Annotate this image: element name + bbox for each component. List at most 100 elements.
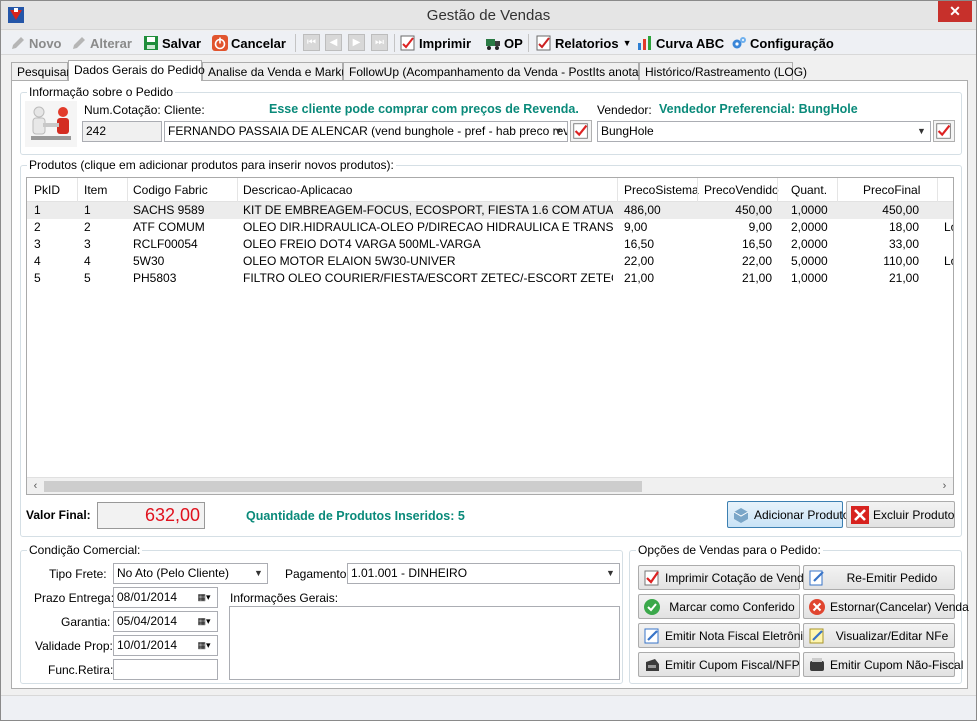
previous-record-icon[interactable]: ◀ (325, 34, 342, 51)
last-record-icon[interactable]: ⏭ (371, 34, 388, 51)
emitir-cupom-nao-fiscal-button[interactable]: Emitir Cupom Não-Fiscal (803, 652, 963, 677)
first-record-icon[interactable]: ⏮ (303, 34, 320, 51)
chevron-down-icon: ▼ (917, 126, 926, 136)
visualizar-nfe-label: Visualizar/Editar NFe (835, 628, 949, 643)
table-cell: 2 (84, 220, 91, 234)
alterar-button[interactable]: Alterar (71, 32, 132, 54)
excluir-produto-label: Excluir Produto (873, 507, 955, 522)
column-divider (837, 178, 838, 202)
table-cell: SACHS 9589 (133, 203, 205, 217)
tab-analise-venda[interactable]: Analise da Venda e Markup (202, 62, 355, 81)
emitir-nfe-button[interactable]: Emitir Nota Fiscal Eletrônica (638, 623, 816, 648)
scroll-right-icon[interactable]: › (936, 478, 953, 494)
func-retira-field[interactable] (113, 659, 218, 680)
produtos-grid[interactable]: PkID Item Codigo Fabric Descricao-Aplica… (26, 177, 954, 495)
table-cell: 33,00 (888, 237, 919, 251)
column-header[interactable]: PrecoSistema (624, 183, 699, 197)
marcar-conferido-button[interactable]: Marcar como Conferido (638, 594, 800, 619)
salvar-label: Salvar (162, 35, 202, 51)
cancelar-button[interactable]: Cancelar (212, 32, 286, 54)
table-row[interactable]: 1 1 SACHS 9589 KIT DE EMBREAGEM-FOCUS, ECOS… (27, 202, 953, 219)
re-emitir-pedido-button[interactable]: Re-Emitir Pedido (803, 565, 955, 590)
table-cell: OLEO DIR.HIDRAULICA-OLEO P/DIRECAO HIDRA… (243, 220, 613, 234)
table-row[interactable]: 5 5 PH5803 FILTRO OLEO COURIER/FIESTA/ESCOR… (27, 270, 953, 287)
visualizar-nfe-button[interactable]: Visualizar/Editar NFe (803, 623, 955, 648)
column-divider (937, 178, 938, 202)
pagamento-select[interactable]: 1.01.001 - DINHEIRO ▼ (347, 563, 620, 584)
main-window: Gestão de Vendas ✕ Novo Alterar Salvar C… (0, 0, 977, 721)
close-button[interactable]: ✕ (938, 1, 972, 22)
horizontal-scrollbar[interactable]: ‹ › (27, 477, 953, 494)
salvar-button[interactable]: Salvar (143, 32, 201, 54)
num-cotacao-field[interactable]: 242 (82, 121, 162, 142)
calendar-icon[interactable]: ▦▾ (191, 636, 217, 655)
table-cell: ATF COMUM (133, 220, 205, 234)
cliente-check-button[interactable] (570, 120, 592, 142)
toolbar-separator (295, 34, 296, 52)
table-cell: 2,0000 (791, 220, 828, 234)
alterar-label: Alterar (90, 35, 132, 51)
relatorios-button[interactable]: Relatorios ▼ (536, 32, 632, 54)
tab-pesquisar[interactable]: Pesquisar (11, 62, 70, 81)
op-button[interactable]: OP (485, 32, 523, 54)
tab-historico[interactable]: Histórico/Rastreamento (LOG) (639, 62, 807, 81)
table-cell: 4 (84, 254, 91, 268)
table-row[interactable]: 2 2 ATF COMUM OLEO DIR.HIDRAULICA-OLEO P/DI… (27, 219, 953, 236)
column-header[interactable]: Item (84, 183, 107, 197)
emitir-cupom-nao-fiscal-label: Emitir Cupom Não-Fiscal (830, 657, 964, 672)
table-row[interactable]: 3 3 RCLF00054 OLEO FREIO DOT4 VARGA 500ML-V… (27, 236, 953, 253)
imprimir-cotacao-button[interactable]: Imprimir Cotação de Venda (638, 565, 810, 590)
view-edit-icon (809, 628, 824, 643)
calendar-icon[interactable]: ▦▾ (191, 612, 217, 631)
cliente-revenda-message: Esse cliente pode comprar com preços de … (269, 102, 579, 116)
informacoes-gerais-textarea[interactable] (229, 606, 620, 680)
scroll-left-icon[interactable]: ‹ (27, 478, 44, 494)
table-cell: FILTRO OLEO COURIER/FIESTA/ESCORT ZETEC/… (243, 271, 613, 285)
adicionar-produto-button[interactable]: Adicionar Produto (727, 501, 849, 528)
novo-button[interactable]: Novo (10, 32, 62, 54)
excluir-produto-button[interactable]: Excluir Produto (846, 501, 955, 528)
vendedor-check-button[interactable] (933, 120, 955, 142)
num-cotacao-label: Num.Cotação: (84, 103, 161, 117)
cancelar-label: Cancelar (231, 35, 286, 51)
column-header[interactable]: Codigo Fabric (133, 183, 208, 197)
toolbar-separator (394, 34, 395, 52)
cliente-select[interactable]: FERNANDO PASSAIA DE ALENCAR (vend bungho… (164, 121, 568, 142)
table-cell: RCLF00054 (133, 237, 198, 251)
column-divider (127, 178, 128, 202)
title-bar: Gestão de Vendas ✕ (1, 1, 976, 30)
tab-dados-gerais[interactable]: Dados Gerais do Pedido (68, 60, 205, 81)
curva-abc-button[interactable]: Curva ABC (637, 32, 724, 54)
prazo-entrega-field[interactable]: 08/01/2014 ▦▾ (113, 587, 218, 608)
tab-panel: Informação sobre o Pedido Num.Cotação: 2… (11, 80, 969, 689)
scrollbar-thumb[interactable] (44, 481, 642, 492)
configuracao-button[interactable]: Configuração (731, 32, 834, 54)
column-header[interactable]: Descricao-Aplicacao (243, 183, 352, 197)
estornar-venda-button[interactable]: Estornar(Cancelar) Venda (803, 594, 969, 619)
table-cell: 450,00 (735, 203, 772, 217)
tab-followup[interactable]: FollowUp (Acompanhamento da Venda - Post… (343, 62, 668, 81)
pencil-icon (12, 37, 24, 49)
calendar-icon[interactable]: ▦▾ (191, 588, 217, 607)
validade-prop-field[interactable]: 10/01/2014 ▦▾ (113, 635, 218, 656)
garantia-field[interactable]: 05/04/2014 ▦▾ (113, 611, 218, 632)
column-divider (697, 178, 698, 202)
imprimir-button[interactable]: Imprimir (400, 32, 471, 54)
table-cell: 5 (84, 271, 91, 285)
next-record-icon[interactable]: ▶ (348, 34, 365, 51)
vendedor-select[interactable]: BungHole ▼ (597, 121, 931, 142)
emitir-cupom-fiscal-button[interactable]: Emitir Cupom Fiscal/NFP (638, 652, 800, 677)
op-label: OP (504, 35, 523, 51)
table-cell: KIT DE EMBREAGEM-FOCUS, ECOSPORT, FIESTA… (243, 203, 613, 217)
column-header[interactable]: PkID (34, 183, 60, 197)
validade-prop-label: Validade Prop: (35, 639, 113, 653)
column-header[interactable]: Quant. (791, 183, 827, 197)
table-cell: 22,00 (741, 254, 772, 268)
table-cell: 110,00 (883, 254, 919, 268)
receipt-printer-icon (810, 657, 824, 671)
pagamento-value: 1.01.001 - DINHEIRO (351, 566, 468, 580)
table-row[interactable]: 4 4 5W30 OLEO MOTOR ELAION 5W30-UNIVER 22,00… (27, 253, 953, 270)
column-header[interactable]: PrecoFinal (863, 183, 920, 197)
column-header[interactable]: PrecoVendido (704, 183, 779, 197)
tipo-frete-select[interactable]: No Ato (Pelo Cliente) ▼ (113, 563, 268, 584)
